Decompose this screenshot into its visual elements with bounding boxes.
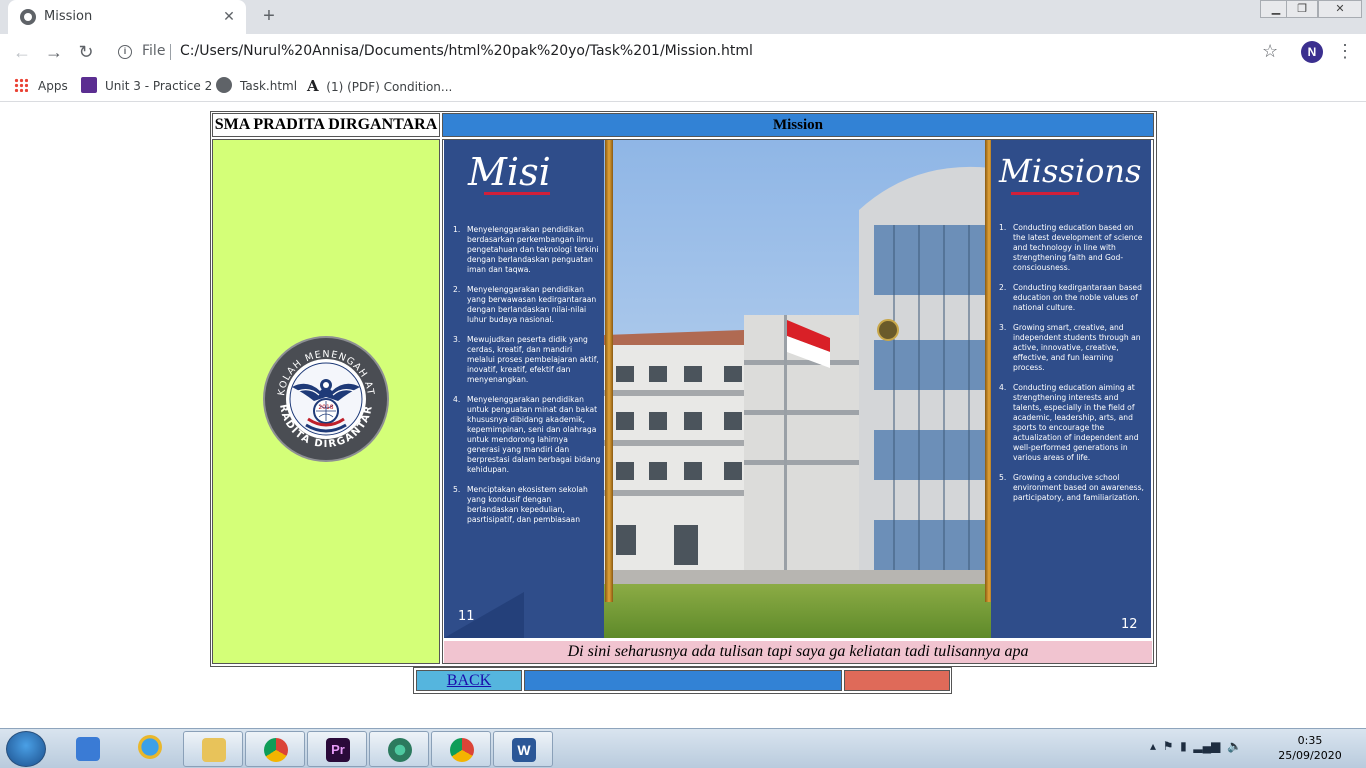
- missions-underline: [1011, 192, 1079, 195]
- word-icon: W: [512, 738, 536, 762]
- media-player-icon[interactable]: [76, 737, 100, 761]
- tab-mission[interactable]: Mission ✕: [8, 0, 246, 34]
- address-toolbar: ← → ↻ i File C:/Users/Nurul%20Annisa/Doc…: [0, 34, 1366, 70]
- info-icon[interactable]: i: [118, 45, 132, 59]
- apps-grid-icon: [14, 78, 28, 92]
- profile-avatar[interactable]: N: [1301, 41, 1323, 63]
- premiere-icon: Pr: [326, 738, 350, 762]
- new-tab-button[interactable]: +: [256, 5, 282, 29]
- gold-ribbon-left: [605, 140, 613, 602]
- school-name: SMA PRADITA DIRGANTARA: [212, 113, 440, 137]
- taskbar-chrome-profile[interactable]: [431, 731, 491, 767]
- back-arrow-icon[interactable]: ←: [10, 41, 34, 63]
- missions-item: 4. Conducting education aiming at strengt…: [999, 383, 1139, 462]
- missions-list: 1. Conducting education based on the late…: [999, 223, 1145, 513]
- bookmark-star-icon[interactable]: ☆: [1262, 41, 1278, 62]
- missions-panel: Missions 1. Conducting education based on…: [991, 140, 1151, 638]
- ribbon-shape: [444, 592, 524, 638]
- tab-title: Mission: [44, 9, 93, 24]
- misi-underline: [484, 192, 550, 195]
- restore-button[interactable]: ❐: [1286, 0, 1318, 18]
- tab-strip: Mission ✕ + ▁ ❐ ✕: [0, 0, 1366, 34]
- chrome-icon: [264, 738, 288, 762]
- misi-item: 2. Menyelenggarakan pendidikan yang berwa…: [453, 285, 597, 324]
- missions-item: 3. Growing smart, creative, and independe…: [999, 323, 1141, 372]
- mission-image: Misi 1. Menyelenggarakan pendidikan berda…: [444, 140, 1151, 638]
- clock[interactable]: 0:35 25/09/2020: [1270, 733, 1350, 763]
- page-number-right: 12: [1121, 617, 1138, 632]
- classroom-icon: [81, 77, 97, 93]
- academia-icon: A: [307, 77, 319, 95]
- misi-panel: Misi 1. Menyelenggarakan pendidikan berda…: [444, 140, 604, 638]
- mission-heading: Mission: [442, 113, 1154, 137]
- footer-blue-cell: [524, 670, 842, 691]
- taskbar: Pr W ▴ ⚑ ▮ ▂▄▆ 🔈 0:35 25/09/2020: [0, 728, 1366, 768]
- bookmark-apps[interactable]: Apps: [14, 76, 68, 96]
- bookmarks-bar: Apps Unit 3 - Practice 2 Task.html A (1)…: [0, 70, 1366, 102]
- globe-icon: [216, 77, 232, 93]
- back-link[interactable]: BACK: [447, 672, 491, 689]
- missions-item: 5. Growing a conducive school environment…: [999, 473, 1144, 502]
- logo-year: 2018: [318, 404, 333, 411]
- back-cell: BACK: [416, 670, 522, 691]
- misi-item: 1. Menyelenggarakan pendidikan berdasarka…: [453, 225, 599, 274]
- atom-icon: [388, 738, 412, 762]
- reload-icon[interactable]: ↻: [74, 41, 98, 63]
- window-close-button[interactable]: ✕: [1318, 0, 1362, 18]
- taskbar-atom[interactable]: [369, 731, 429, 767]
- internet-explorer-icon[interactable]: [138, 735, 162, 759]
- kebab-menu-icon[interactable]: ⋮: [1336, 40, 1354, 62]
- misi-title: Misi: [468, 150, 551, 194]
- globe-icon: [20, 9, 36, 25]
- missions-item: 2. Conducting kedirgantaraan based educat…: [999, 283, 1142, 312]
- url-text[interactable]: C:/Users/Nurul%20Annisa/Documents/html%2…: [180, 43, 753, 59]
- missions-item: 1. Conducting education based on the late…: [999, 223, 1143, 272]
- caption-text: Di sini seharusnya ada tulisan tapi saya…: [444, 641, 1152, 663]
- folder-icon: [202, 738, 226, 762]
- footer-red-cell: [844, 670, 950, 691]
- close-tab-icon[interactable]: ✕: [220, 7, 238, 25]
- taskbar-premiere[interactable]: Pr: [307, 731, 367, 767]
- misi-list: 1. Menyelenggarakan pendidikan berdasarka…: [453, 225, 601, 535]
- scheme-label: File: [142, 43, 166, 59]
- bookmark-unit3[interactable]: Unit 3 - Practice 2: [81, 76, 212, 96]
- start-button[interactable]: [6, 731, 46, 767]
- misi-item: 4. Menyelenggarakan pendidikan untuk peng…: [453, 395, 601, 474]
- system-tray[interactable]: ▴ ⚑ ▮ ▂▄▆ 🔈: [1150, 739, 1242, 753]
- bookmark-task[interactable]: Task.html: [216, 76, 297, 96]
- school-logo: SEKOLAH MENENGAH ATAS PRADITA DIRGANTARA…: [262, 335, 389, 462]
- taskbar-word[interactable]: W: [493, 731, 553, 767]
- omnibox-divider: [170, 44, 171, 60]
- misi-item: 5. Menciptakan ekosistem sekolah yang kon…: [453, 485, 588, 524]
- misi-item: 3. Mewujudkan peserta didik yang cerdas, …: [453, 335, 599, 384]
- chrome-profile-icon: [450, 738, 474, 762]
- taskbar-explorer[interactable]: [183, 731, 243, 767]
- page-number-left: 11: [458, 609, 475, 624]
- forward-arrow-icon[interactable]: →: [42, 41, 66, 63]
- bookmark-pdf[interactable]: A (1) (PDF) Condition...: [307, 76, 452, 96]
- address-bar[interactable]: i File C:/Users/Nurul%20Annisa/Documents…: [110, 39, 1290, 65]
- clock-time: 0:35: [1297, 734, 1323, 747]
- missions-title: Missions: [999, 152, 1142, 190]
- taskbar-chrome[interactable]: [245, 731, 305, 767]
- clock-date: 25/09/2020: [1278, 749, 1342, 762]
